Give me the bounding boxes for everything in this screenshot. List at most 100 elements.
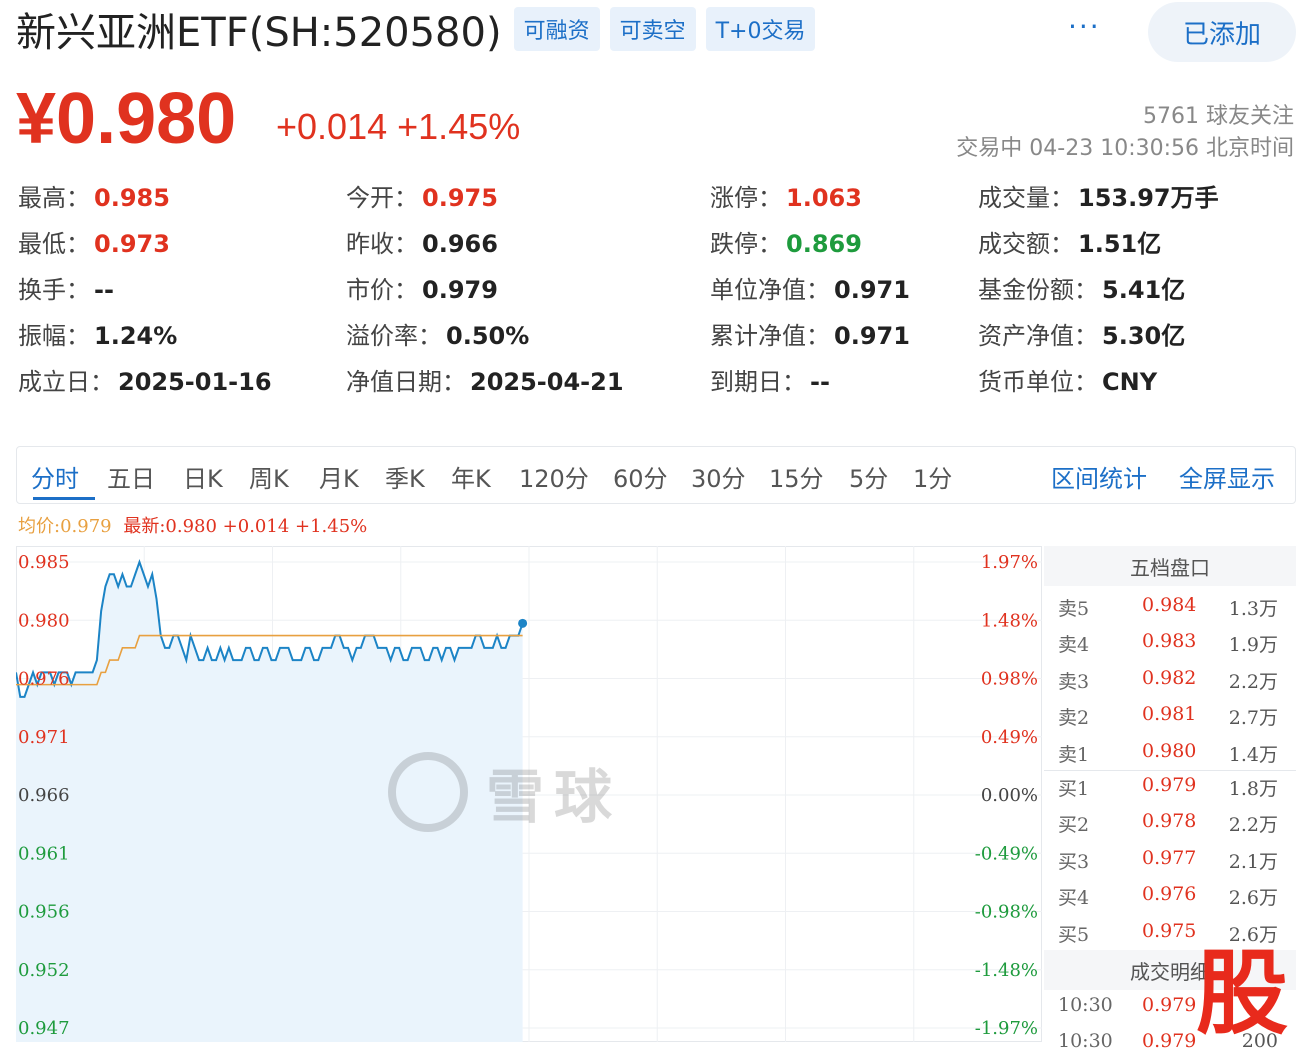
- stat-item: 基金份额： 5.41亿: [978, 270, 1185, 305]
- stat-value: 0.979: [422, 276, 498, 304]
- ask-volume: 1.4万: [1228, 743, 1278, 766]
- ask-volume: 1.9万: [1228, 634, 1278, 657]
- bid-row[interactable]: 买1 0.979 1.8万: [1044, 766, 1296, 802]
- fullscreen-button[interactable]: 全屏显示: [1179, 459, 1275, 494]
- stat-item: 最低： 0.973: [18, 224, 170, 259]
- tab-7[interactable]: 120分: [519, 459, 589, 494]
- tab-2[interactable]: 日K: [183, 459, 223, 494]
- stat-value: CNY: [1102, 368, 1158, 396]
- bid-label: 买1: [1058, 778, 1090, 800]
- stat-item: 涨停： 1.063: [710, 178, 862, 213]
- ask-volume: 2.7万: [1228, 707, 1278, 730]
- ask-label: 卖3: [1058, 670, 1090, 693]
- stat-item: 货币单位： CNY: [978, 362, 1157, 397]
- price-change: +0.014 +1.45%: [276, 106, 520, 148]
- stat-value: --: [810, 368, 830, 396]
- stat-label: 货币单位：: [978, 368, 1098, 396]
- bid-volume: 2.1万: [1228, 850, 1278, 873]
- bid-price: 0.978: [1142, 810, 1197, 833]
- stat-label: 换手：: [18, 276, 90, 304]
- stat-item: 成交量： 153.97万手: [978, 178, 1219, 213]
- fund-title: 新兴亚洲ETF(SH:520580): [16, 10, 502, 56]
- stat-item: 成交额： 1.51亿: [978, 224, 1161, 259]
- tab-11[interactable]: 5分: [849, 459, 888, 494]
- y-tick-label-right: -0.98%: [975, 902, 1038, 923]
- stat-label: 昨收：: [346, 230, 418, 258]
- tab-9[interactable]: 30分: [691, 459, 746, 494]
- ask-row[interactable]: 卖2 0.981 2.7万: [1044, 695, 1296, 731]
- bid-label: 买2: [1058, 814, 1090, 837]
- stat-item: 成立日： 2025-01-16: [18, 362, 272, 397]
- ask-row[interactable]: 卖5 0.984 1.3万: [1044, 586, 1296, 622]
- stat-label: 市价：: [346, 276, 418, 304]
- stat-value: 5.30亿: [1102, 322, 1186, 350]
- ask-row[interactable]: 卖3 0.982 2.2万: [1044, 659, 1296, 695]
- tab-10[interactable]: 15分: [769, 459, 824, 494]
- stat-value: 1.063: [786, 184, 862, 212]
- stat-value: 0.966: [422, 230, 498, 258]
- bid-volume: 1.8万: [1228, 778, 1278, 800]
- y-tick-label-right: -1.48%: [975, 960, 1038, 981]
- stat-label: 累计净值：: [710, 322, 830, 350]
- tab-4[interactable]: 月K: [319, 459, 359, 494]
- y-tick-label-right: 0.98%: [981, 669, 1038, 690]
- tag-t0[interactable]: T+0交易: [705, 7, 816, 51]
- y-tick-label-right: -1.97%: [975, 1018, 1038, 1039]
- stat-label: 涨停：: [710, 184, 782, 212]
- bid-volume: 2.6万: [1228, 887, 1278, 910]
- y-tick-label-left: 0.961: [18, 843, 70, 864]
- change-amount: +0.014: [276, 106, 388, 147]
- y-tick-label-left: 0.971: [18, 727, 70, 748]
- tag-short[interactable]: 可卖空: [609, 7, 696, 51]
- stat-label: 净值日期：: [346, 368, 466, 396]
- stat-value: 0.50%: [446, 322, 530, 350]
- more-icon[interactable]: ···: [1068, 10, 1101, 43]
- tab-6[interactable]: 年K: [451, 459, 491, 494]
- current-price: ¥0.980: [16, 79, 237, 159]
- ask-row[interactable]: 卖4 0.983 1.9万: [1044, 622, 1296, 658]
- stat-label: 基金份额：: [978, 276, 1098, 304]
- stat-item: 累计净值： 0.971: [710, 316, 910, 351]
- followers-count[interactable]: 5761 球友关注: [1143, 98, 1294, 130]
- y-tick-label-right: 1.48%: [981, 610, 1038, 631]
- trade-price: 0.979: [1142, 994, 1197, 1016]
- header: 新兴亚洲ETF(SH:520580) 可融资 可卖空 T+0交易: [16, 4, 816, 56]
- ask-row[interactable]: 卖1 0.980 1.4万: [1044, 732, 1296, 768]
- stat-value: 5.41亿: [1102, 276, 1186, 304]
- follow-button[interactable]: 已添加: [1148, 2, 1296, 62]
- tab-8[interactable]: 60分: [613, 459, 668, 494]
- ask-price: 0.983: [1142, 630, 1197, 653]
- ask-label: 卖5: [1058, 598, 1090, 620]
- ask-price: 0.980: [1142, 739, 1197, 762]
- bid-row[interactable]: 买4 0.976 2.6万: [1044, 875, 1296, 911]
- ask-label: 卖1: [1058, 743, 1090, 766]
- legend-avg: 均价:0.979: [18, 516, 112, 537]
- tab-3[interactable]: 周K: [249, 459, 289, 494]
- ask-label: 卖2: [1058, 707, 1090, 730]
- y-tick-label-right: 0.00%: [981, 785, 1038, 806]
- ask-volume: 1.3万: [1228, 598, 1278, 620]
- stat-value: 2025-04-21: [470, 368, 624, 396]
- tab-0[interactable]: 分时: [31, 459, 79, 494]
- ask-volume: 2.2万: [1228, 670, 1278, 693]
- stat-item: 单位净值： 0.971: [710, 270, 910, 305]
- bid-price: 0.976: [1142, 883, 1197, 906]
- bid-label: 买3: [1058, 850, 1090, 873]
- tab-5[interactable]: 季K: [385, 459, 425, 494]
- stat-value: 153.97万手: [1078, 184, 1219, 212]
- tab-1[interactable]: 五日: [107, 459, 155, 494]
- tab-12[interactable]: 1分: [913, 459, 952, 494]
- bid-row[interactable]: 买2 0.978 2.2万: [1044, 802, 1296, 838]
- change-percent: +1.45%: [397, 106, 521, 147]
- y-tick-label-left: 0.966: [18, 785, 70, 806]
- y-tick-label-right: -0.49%: [975, 843, 1038, 864]
- trading-status: 交易中 04-23 10:30:56 北京时间: [956, 136, 1294, 161]
- stat-value: 0.975: [422, 184, 498, 212]
- bid-price: 0.979: [1142, 774, 1197, 796]
- stat-label: 跌停：: [710, 230, 782, 258]
- bid-row[interactable]: 买3 0.977 2.1万: [1044, 839, 1296, 875]
- stat-item: 溢价率： 0.50%: [346, 316, 529, 351]
- stat-value: 0.869: [786, 230, 862, 258]
- tag-margin[interactable]: 可融资: [513, 7, 600, 51]
- range-stats-button[interactable]: 区间统计: [1051, 459, 1147, 494]
